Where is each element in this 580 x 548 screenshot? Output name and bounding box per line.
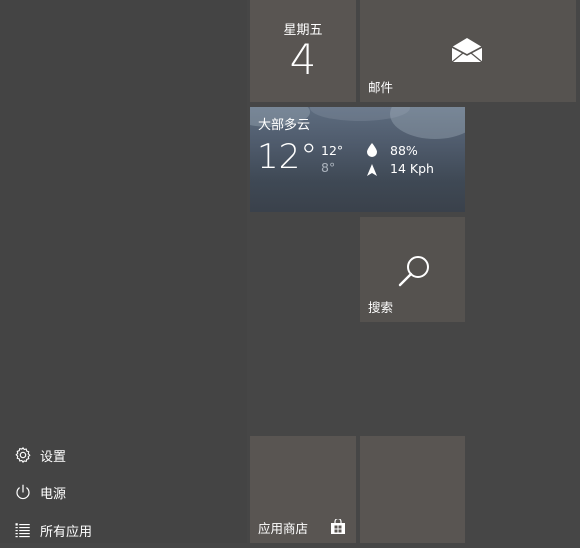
menu-item-all-apps-label: 所有应用 (40, 524, 93, 540)
menu-item-power[interactable]: 电源 (0, 474, 247, 510)
weather-wind: 14 Kph (390, 161, 434, 176)
store-tile[interactable]: 应用商店 (250, 436, 356, 543)
calendar-tile[interactable]: 星期五 4 (250, 0, 356, 102)
power-icon (13, 482, 33, 502)
gear-icon (13, 445, 33, 465)
store-bag-icon (330, 517, 346, 535)
weather-humidity: 88% (390, 143, 418, 158)
empty-tile[interactable] (360, 436, 465, 543)
menu-item-power-label: 电源 (40, 486, 67, 502)
droplet-icon (367, 142, 377, 157)
mail-tile[interactable]: 邮件 (360, 0, 576, 102)
store-tile-label: 应用商店 (258, 521, 309, 536)
weather-tile[interactable]: 大部多云 12° 12° 8° 88% 14 Kph (250, 107, 465, 212)
search-tile-label: 搜索 (368, 300, 394, 315)
list-icon (13, 520, 33, 540)
search-icon (396, 253, 432, 289)
weather-temperature: 12° (257, 137, 318, 177)
search-tile[interactable]: 搜索 (360, 217, 465, 322)
weather-high: 12° (321, 143, 344, 158)
envelope-icon (450, 36, 484, 64)
mail-tile-label: 邮件 (368, 80, 394, 95)
start-menu-left-pane: 设置 电源 所有应用 (0, 0, 247, 543)
calendar-date: 4 (289, 35, 317, 84)
weather-low: 8° (321, 160, 336, 175)
menu-item-settings[interactable]: 设置 (0, 437, 247, 473)
menu-item-settings-label: 设置 (40, 449, 67, 465)
wind-direction-icon (367, 161, 377, 176)
weather-condition: 大部多云 (258, 118, 311, 133)
